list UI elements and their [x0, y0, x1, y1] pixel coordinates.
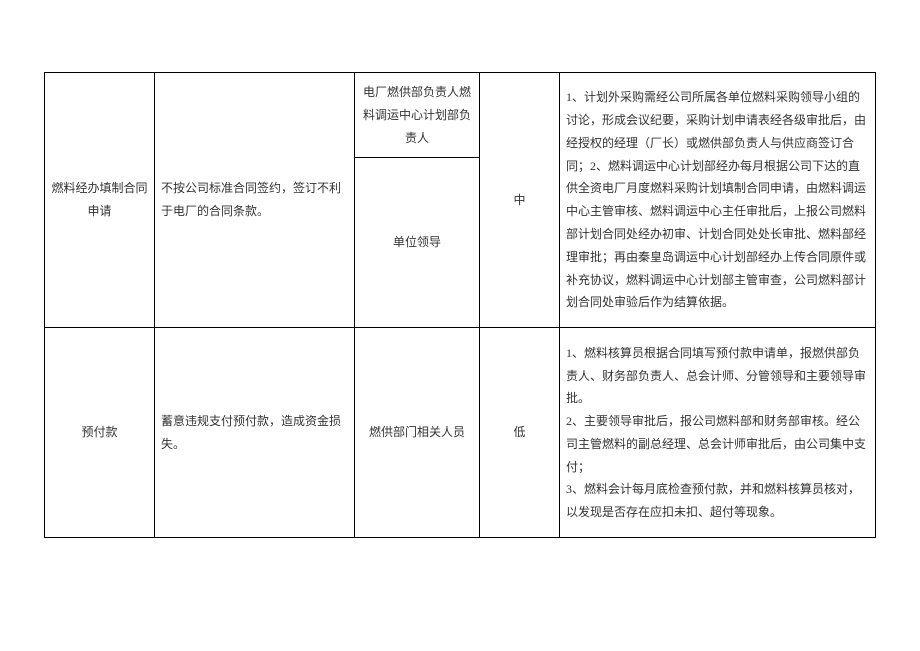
- cell-measures: 1、计划外采购需经公司所属各单位燃料采购领导小组的讨论，形成会议纪要，采购计划申…: [560, 73, 876, 328]
- doc-table: 燃料经办填制合同申请 不按公司标准合同签约，签订不利于电厂的合同条款。 电厂燃供…: [44, 72, 876, 538]
- cell-level: 低: [480, 328, 560, 538]
- table-row: 预付款 蓄意违规支付预付款，造成资金损失。 燃供部门相关人员 低 1、燃料核算员…: [45, 328, 876, 538]
- cell-risk: 不按公司标准合同签约，签订不利于电厂的合同条款。: [155, 73, 355, 328]
- cell-responsible: 燃供部门相关人员: [355, 328, 480, 538]
- cell-process: 燃料经办填制合同申请: [45, 73, 155, 328]
- cell-process: 预付款: [45, 328, 155, 538]
- cell-risk: 蓄意违规支付预付款，造成资金损失。: [155, 328, 355, 538]
- cell-responsible-bottom: 单位领导: [355, 158, 480, 328]
- cell-responsible-top: 电厂燃供部负责人燃料调运中心计划部负责人: [355, 73, 480, 158]
- cell-level: 中: [480, 73, 560, 328]
- cell-measures: 1、燃料核算员根据合同填写预付款申请单，报燃供部负责人、财务部负责人、总会计师、…: [560, 328, 876, 538]
- table-row: 燃料经办填制合同申请 不按公司标准合同签约，签订不利于电厂的合同条款。 电厂燃供…: [45, 73, 876, 158]
